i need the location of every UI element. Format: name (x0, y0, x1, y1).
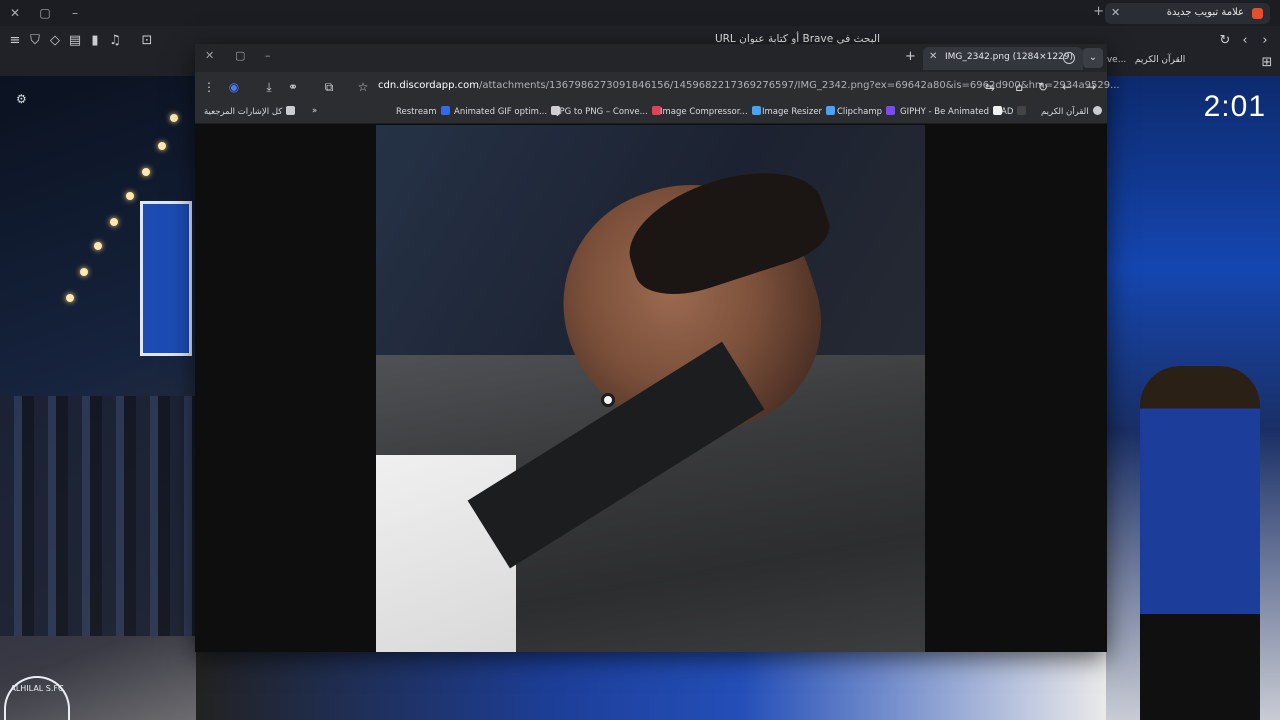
menu-icon[interactable]: ≡ (6, 32, 24, 50)
brave-icon (1252, 8, 1263, 19)
restore-window-icon[interactable]: ▢ (235, 49, 245, 62)
download-icon[interactable]: ⤓ (260, 78, 278, 96)
crowd (0, 396, 196, 636)
home-icon[interactable]: ⌂ (1010, 78, 1028, 96)
popup-toolbar: ⋮ ◉ ⤓ ⚭ ⧉ ☆ cdn.discordapp.com/attachmen… (195, 72, 1120, 102)
screenshot-icon[interactable]: ⊡ (138, 32, 156, 50)
forward-icon[interactable]: ‹ (1236, 32, 1254, 50)
shield-icon[interactable]: ⛉ (26, 32, 44, 50)
close-window-icon[interactable]: ✕ (205, 49, 214, 62)
image-viewer (195, 124, 1107, 652)
reading-list-icon[interactable]: ▤ (66, 32, 84, 50)
settings-icon[interactable]: ⚙ (16, 92, 27, 106)
bookmark-restream[interactable]: Restream (396, 106, 450, 117)
tab-title: IMG_2342.png (1284×1229) (945, 52, 1074, 62)
bookmark-jpg-to-png[interactable]: JPG to PNG – Conve... (557, 106, 661, 117)
clock: 2:01 (1203, 90, 1266, 123)
profile-icon[interactable]: ◉ (225, 78, 243, 96)
player-figure (1140, 366, 1260, 720)
restore-window-icon[interactable]: ▢ (36, 4, 54, 22)
stage-floor (196, 652, 1106, 720)
background-tab-bar: ✕ ▢ – + ✕ علامة تبويب جديدة (0, 0, 1280, 26)
bookmark-star-icon[interactable]: ☆ (354, 78, 372, 96)
popup-tab-bar: ✕ ▢ – + ✕ IMG_2342.png (1284×1229) ⌄ (195, 44, 1107, 72)
tab-image[interactable]: ✕ IMG_2342.png (1284×1229) (923, 47, 1083, 70)
more-options-icon[interactable]: ⋮ (200, 78, 218, 96)
extensions-icon[interactable]: ⧉ (320, 78, 338, 96)
back-icon[interactable]: › (1256, 32, 1274, 50)
address-bar[interactable]: cdn.discordapp.com/attachments/136798627… (378, 80, 1120, 91)
close-window-icon[interactable]: ✕ (6, 4, 24, 22)
close-tab-icon[interactable]: ✕ (1111, 6, 1120, 19)
new-tab-icon[interactable]: + (905, 49, 916, 64)
globe-icon (1063, 52, 1075, 64)
back-icon[interactable]: ← (1058, 78, 1076, 96)
wallet-icon[interactable]: ◇ (46, 32, 64, 50)
new-tab-icon[interactable]: + (1093, 4, 1104, 19)
music-icon[interactable]: ♫ (106, 32, 124, 50)
bookmark-image-resizer[interactable]: Image Resizer (762, 106, 836, 117)
bookmark-clipchamp[interactable]: Clipchamp (837, 106, 895, 117)
apps-grid-icon[interactable]: ⊞ (1258, 54, 1276, 72)
bookmark-all-bookmarks[interactable]: كل الإشارات المرجعية (204, 106, 296, 117)
popup-window: ✕ ▢ – + ✕ IMG_2342.png (1284×1229) ⌄ ⋮ ◉… (195, 44, 1120, 652)
bookmark-image-compressor[interactable]: Image Compressor... (660, 106, 761, 117)
tab-title: علامة تبويب جديدة (1166, 7, 1244, 18)
tab-new-tab[interactable]: ✕ علامة تبويب جديدة (1105, 3, 1270, 24)
bookmark-quran[interactable]: القرآن الكريم (1041, 106, 1102, 117)
trophy-banner (140, 201, 192, 356)
url-host: cdn.discordapp.com (378, 80, 479, 91)
reload-icon[interactable]: ↻ (1034, 78, 1052, 96)
forward-icon[interactable]: → (1082, 78, 1100, 96)
minimize-window-icon[interactable]: – (66, 4, 84, 22)
sidebar-icon[interactable]: ▮ (86, 32, 104, 50)
bookmark-giphy[interactable]: GIPHY - Be Animated (900, 106, 1003, 117)
bookmark-gif-optimizer[interactable]: Animated GIF optim... (454, 106, 561, 117)
link-icon[interactable]: ⚭ (284, 78, 302, 96)
tab-search-icon[interactable]: ⌄ (1083, 48, 1103, 68)
chevron-double-icon[interactable]: » (312, 106, 317, 116)
close-tab-icon[interactable]: ✕ (929, 51, 937, 62)
bookmark-ad[interactable]: AD (1001, 106, 1027, 117)
site-settings-icon[interactable]: ⇋ (981, 78, 999, 96)
minimize-window-icon[interactable]: – (265, 49, 271, 62)
reload-icon[interactable]: ↻ (1216, 32, 1234, 50)
displayed-image[interactable] (376, 125, 925, 652)
bookmarks-bar: كل الإشارات المرجعية » Restream Animated… (195, 102, 1107, 124)
